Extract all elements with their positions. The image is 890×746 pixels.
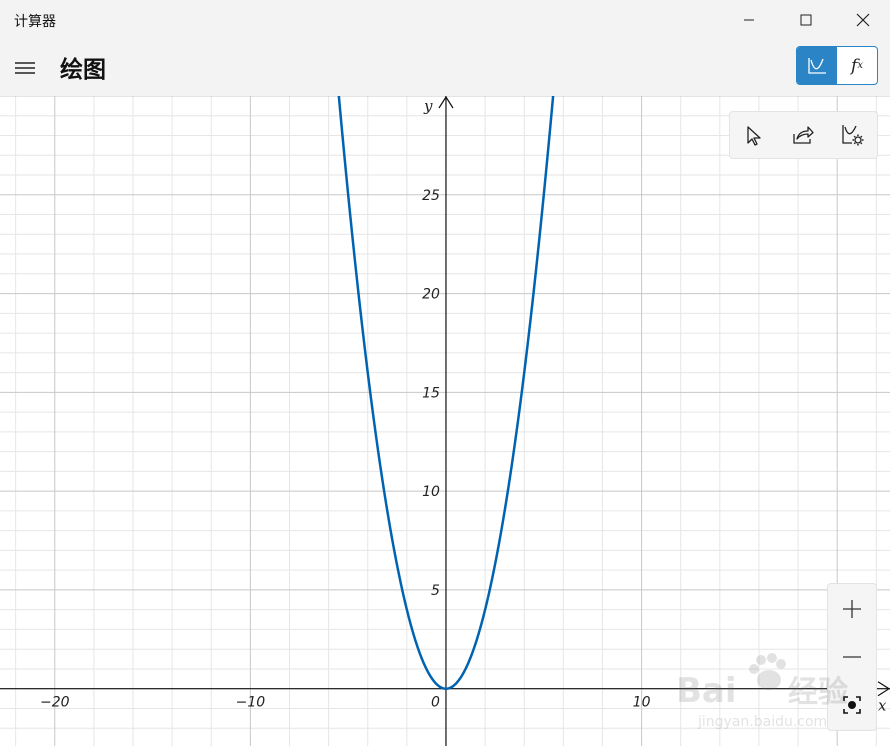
graph-view-button[interactable] (797, 47, 837, 84)
y-tick-label: 25 (422, 188, 440, 204)
graph-options-button[interactable] (833, 116, 871, 154)
y-tick-label: 5 (431, 583, 440, 599)
x-tick-label: −20 (40, 695, 70, 711)
cursor-icon (747, 126, 761, 146)
maximize-icon (800, 14, 812, 26)
tick-labels: −20 −10 10 5 10 15 20 25 0 x y (40, 97, 887, 715)
y-tick-label: 20 (422, 287, 440, 303)
fit-view-icon (843, 696, 861, 714)
reset-view-button[interactable] (828, 682, 876, 728)
minor-grid (0, 96, 890, 746)
graph-tools-panel (729, 111, 878, 159)
hamburger-icon (15, 62, 35, 74)
minimize-button[interactable] (726, 0, 772, 40)
zoom-controls (827, 583, 877, 731)
graph-icon (808, 57, 826, 74)
y-tick-label: 10 (422, 484, 440, 500)
graph-settings-icon (842, 125, 864, 146)
window-title: 计算器 (14, 14, 56, 30)
close-icon (856, 13, 870, 27)
function-subscript: x (857, 60, 863, 71)
zoom-out-button[interactable] (828, 634, 876, 680)
minimize-icon (744, 19, 754, 21)
function-list-button[interactable]: fx (837, 47, 877, 84)
page-title: 绘图 (60, 57, 106, 83)
minus-icon (843, 656, 861, 658)
x-axis-label: x (878, 697, 887, 715)
close-button[interactable] (840, 0, 886, 40)
share-button[interactable] (784, 116, 822, 154)
plus-icon (843, 600, 861, 618)
x-tick-label: −10 (236, 695, 266, 711)
graph-plot[interactable]: −20 −10 10 5 10 15 20 25 0 x y (0, 96, 890, 746)
graph-mode-toggle: fx (796, 46, 878, 85)
x-tick-label: 10 (633, 695, 651, 711)
app-header: 绘图 fx (0, 40, 890, 96)
y-tick-label: 15 (422, 385, 440, 401)
trace-button[interactable] (735, 116, 773, 154)
origin-label: 0 (431, 695, 440, 711)
title-bar: 计算器 (0, 0, 890, 40)
y-axis-label: y (423, 97, 433, 115)
zoom-in-button[interactable] (828, 586, 876, 632)
calculator-window: 计算器 绘图 fx −20 −10 10 5 10 15 20 25 0 x y… (0, 0, 890, 746)
share-icon (793, 126, 814, 144)
graph-canvas[interactable]: −20 −10 10 5 10 15 20 25 0 x y (0, 96, 890, 746)
maximize-button[interactable] (783, 0, 829, 40)
navigation-menu-button[interactable] (8, 48, 42, 88)
